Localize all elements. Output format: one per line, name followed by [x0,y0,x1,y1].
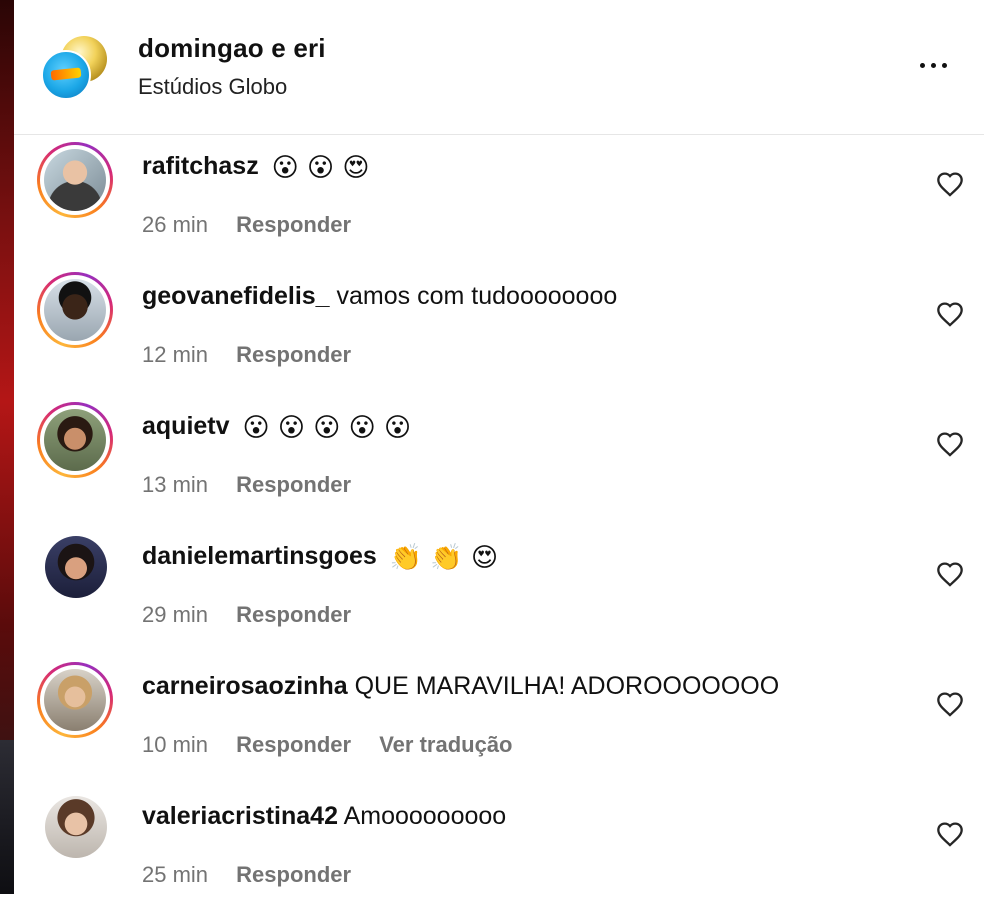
avatar[interactable] [45,536,107,598]
comment-emoji: 😮 😮 😍 [271,153,370,183]
reply-button[interactable]: Responder [236,212,351,238]
comment-line: danielemartinsgoes 👏 👏 😍 [142,542,498,573]
comment-time: 12 min [142,342,209,367]
comment-item: carneirosaozinha QUE MARAVILHA! ADOROOOO… [14,656,984,786]
comment-text: QUE MARAVILHA! ADOROOOOOOO [354,672,780,700]
comment-item: danielemartinsgoes 👏 👏 😍 29 min Responde… [14,526,984,656]
comment-emoji: 😮 😮 😮 😮 😮 [242,413,412,443]
avatar [44,149,106,211]
comment-time: 25 min [142,862,209,887]
reply-button[interactable]: Responder [236,602,351,628]
heart-icon[interactable] [936,301,964,327]
comment-username[interactable]: valeriacristina42 [142,802,338,830]
reply-button[interactable]: Responder [236,342,351,368]
comment-item: rafitchasz 😮 😮 😍 26 min Responder [14,136,984,266]
comment-username[interactable]: geovanefidelis_ [142,282,330,310]
reply-button[interactable]: Responder [236,862,351,888]
comment-line: carneirosaozinha QUE MARAVILHA! ADOROOOO… [142,672,779,701]
comment-meta: 26 min Responder [142,212,373,238]
comment-username[interactable]: aquietv [142,412,230,440]
reply-button[interactable]: Responder [236,472,351,498]
reply-button[interactable]: Responder [236,732,351,758]
avatar [44,409,106,471]
comment-username[interactable]: rafitchasz [142,152,259,180]
comment-line: aquietv 😮 😮 😮 😮 😮 [142,412,411,443]
comment-item: aquietv 😮 😮 😮 😮 😮 13 min Responder [14,396,984,526]
owner-location[interactable]: Estúdios Globo [138,74,287,100]
comments-panel: domingao e eri Estúdios Globo rafitchasz… [14,0,984,894]
comment-meta: 10 min Responder Ver tradução [142,732,513,758]
avatar [44,279,106,341]
avatar[interactable] [45,796,107,858]
comment-text: Amooooooooo [343,802,507,830]
heart-icon[interactable] [936,691,964,717]
avatar-story-ring[interactable] [37,662,113,738]
comment-item: valeriacristina42 Amooooooooo 25 min Res… [14,786,984,916]
avatar-story-ring[interactable] [37,142,113,218]
heart-icon[interactable] [936,561,964,587]
heart-icon[interactable] [936,431,964,457]
post-header: domingao e eri Estúdios Globo [14,0,984,135]
collab-avatar-blue [41,50,91,100]
comment-meta: 13 min Responder [142,472,373,498]
comment-time: 13 min [142,472,209,497]
owner-name[interactable]: domingao e eri [138,33,326,64]
comment-time: 10 min [142,732,209,757]
comment-meta: 29 min Responder [142,602,373,628]
see-translation-button[interactable]: Ver tradução [379,732,512,758]
more-options-icon[interactable] [914,50,954,80]
background-video-edge [0,0,14,894]
comment-time: 29 min [142,602,209,627]
avatar-story-ring[interactable] [37,272,113,348]
comment-line: geovanefidelis_ vamos com tudoooooooo [142,282,617,311]
comment-username[interactable]: danielemartinsgoes [142,542,377,570]
heart-icon[interactable] [936,171,964,197]
comment-emoji: 👏 👏 😍 [389,543,499,573]
comment-item: geovanefidelis_ vamos com tudoooooooo 12… [14,266,984,396]
comment-meta: 12 min Responder [142,342,373,368]
comment-meta: 25 min Responder [142,862,373,888]
avatar [44,669,106,731]
heart-icon[interactable] [936,821,964,847]
comment-line: valeriacristina42 Amooooooooo [142,802,506,831]
comment-time: 26 min [142,212,209,237]
comment-text: vamos com tudoooooooo [336,282,618,310]
comment-line: rafitchasz 😮 😮 😍 [142,152,370,183]
avatar-story-ring[interactable] [37,402,113,478]
comment-username[interactable]: carneirosaozinha [142,672,348,700]
owner-avatar[interactable] [41,36,107,102]
